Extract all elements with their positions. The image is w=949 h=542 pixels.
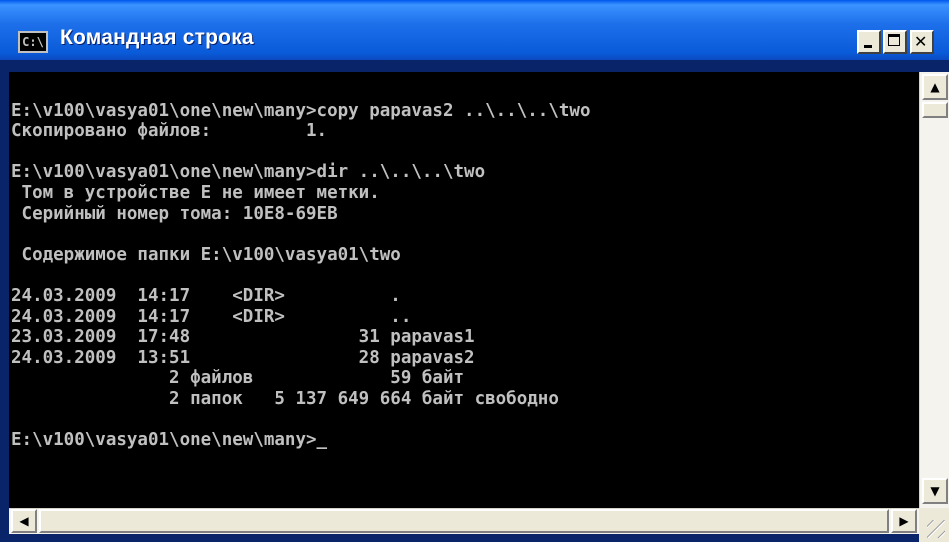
command-prompt-window: C:\ Командная строка E:\v100\vasya01\one…	[0, 0, 949, 542]
console-line: 24.03.2009 14:17 <DIR> ..	[11, 306, 412, 327]
console-line: E:\v100\vasya01\one\new\many>_	[11, 430, 328, 451]
vertical-scrollbar[interactable]: ▲ ▼	[919, 72, 949, 508]
console-line: Скопировано файлов: 1.	[11, 121, 328, 142]
window-frame-bottom	[0, 534, 919, 542]
scroll-left-button[interactable]: ◀	[11, 509, 37, 533]
vertical-scroll-thumb[interactable]	[922, 102, 948, 118]
title-bar[interactable]: C:\ Командная строка	[0, 0, 949, 60]
console-line: 24.03.2009 13:51 28 papavas2	[11, 347, 475, 368]
horizontal-scroll-thumb[interactable]	[39, 509, 889, 533]
scroll-down-button[interactable]: ▼	[922, 478, 948, 504]
horizontal-scrollbar[interactable]: ◀ ▶	[9, 508, 919, 534]
console-line: 2 папок 5 137 649 664 байт свободно	[11, 389, 559, 409]
scroll-right-button[interactable]: ▶	[891, 509, 917, 533]
window-frame-top	[0, 60, 949, 72]
window-frame-left	[0, 60, 9, 542]
console-line: Том в устройстве E не имеет метки.	[11, 183, 380, 203]
minimize-button[interactable]	[857, 30, 881, 54]
scroll-up-button[interactable]: ▲	[922, 74, 948, 100]
console-line: Серийный номер тома: 10E8-69EB	[11, 203, 338, 224]
resize-grip-icon[interactable]	[919, 508, 949, 542]
console-line: E:\v100\vasya01\one\new\many>copy papava…	[11, 100, 591, 121]
window-title: Командная строка	[60, 26, 254, 49]
console-output[interactable]: E:\v100\vasya01\one\new\many>copy papava…	[9, 72, 919, 508]
console-app-icon[interactable]: C:\	[18, 31, 48, 53]
console-line: Содержимое папки E:\v100\vasya01\two	[11, 244, 401, 265]
console-line: E:\v100\vasya01\one\new\many>dir ..\..\.…	[11, 162, 486, 183]
maximize-button[interactable]	[883, 30, 907, 54]
console-line: 24.03.2009 14:17 <DIR> .	[11, 286, 401, 306]
close-button[interactable]	[910, 30, 934, 54]
console-line: 23.03.2009 17:48 31 papavas1	[11, 327, 475, 348]
console-line: 2 файлов 59 байт	[11, 368, 465, 389]
